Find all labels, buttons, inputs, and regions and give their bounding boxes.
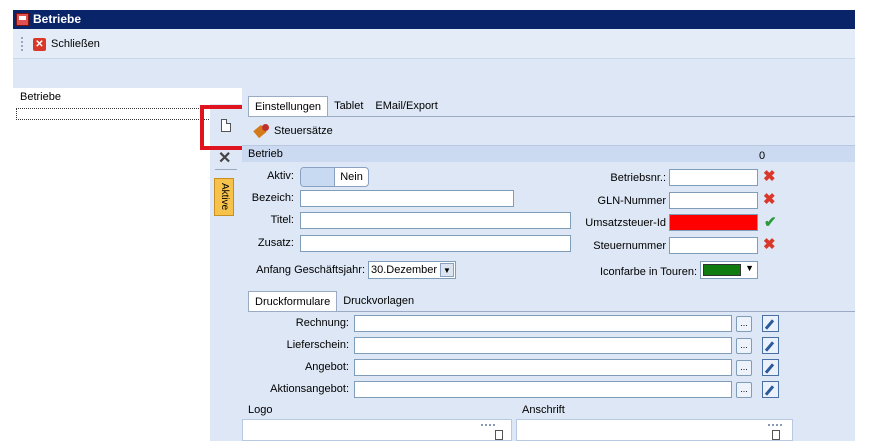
lieferschein-input[interactable] xyxy=(354,337,732,354)
dropdown-arrow-icon: ▼ xyxy=(440,263,454,277)
ust-input[interactable] xyxy=(669,214,758,231)
anfang-select[interactable]: 30.Dezember ▼ xyxy=(368,261,456,279)
titel-input[interactable] xyxy=(300,212,571,229)
angebot-input[interactable] xyxy=(354,359,732,376)
window-title-bar: Betriebe xyxy=(13,10,855,29)
anschrift-toolbar-grip[interactable] xyxy=(768,424,782,426)
betrieb-count: 0 xyxy=(759,150,766,162)
tag-icon xyxy=(254,124,270,138)
close-label: Schließen xyxy=(51,38,100,50)
angebot-browse-button[interactable]: ... xyxy=(736,360,752,376)
angebot-edit-icon[interactable] xyxy=(762,359,779,376)
toggle-knob xyxy=(301,168,335,186)
logo-header: Logo xyxy=(242,402,512,419)
betrieb-group-title: Betrieb xyxy=(248,148,283,160)
aktionsangebot-input[interactable] xyxy=(354,381,732,398)
logo-toolbar-grip[interactable] xyxy=(481,424,495,426)
close-icon: ✕ xyxy=(33,37,46,51)
ust-label: Umsatzsteuer-Id xyxy=(585,217,666,229)
steuersaetze-button[interactable]: Steuersätze xyxy=(254,124,333,138)
lieferschein-edit-icon[interactable] xyxy=(762,337,779,354)
angebot-label: Angebot: xyxy=(304,361,349,373)
invalid-icon: ✖ xyxy=(763,191,776,208)
druck-tab-divider xyxy=(248,311,855,312)
rechnung-input[interactable] xyxy=(354,315,732,332)
logo-box[interactable] xyxy=(242,419,512,441)
invalid-icon: ✖ xyxy=(763,236,776,253)
app-icon xyxy=(16,13,29,26)
druck-panel: Druckformulare Druckvorlagen Rechnung: .… xyxy=(242,287,855,400)
side-toolbar: ✕ Aktive xyxy=(210,104,242,441)
aktiv-value: Nein xyxy=(340,171,363,183)
betrieb-group-header: Betrieb 0 xyxy=(242,145,855,162)
aktiv-toggle[interactable]: Nein xyxy=(300,167,369,187)
tab-druckvorlagen[interactable]: Druckvorlagen xyxy=(337,291,420,311)
invalid-icon: ✖ xyxy=(763,168,776,185)
iconfarbe-label: Iconfarbe in Touren: xyxy=(599,266,697,278)
ribbon-band xyxy=(13,59,855,88)
betriebe-list-label: Betriebe xyxy=(20,91,61,103)
rechnung-browse-button[interactable]: ... xyxy=(736,316,752,332)
chevron-down-icon: ▼ xyxy=(745,263,754,273)
anschrift-header: Anschrift xyxy=(516,402,793,419)
tab-email-export[interactable]: EMail/Export xyxy=(369,96,443,116)
gln-label: GLN-Nummer xyxy=(597,195,666,207)
color-swatch xyxy=(703,264,741,276)
list-item[interactable] xyxy=(16,108,211,120)
betriebsnr-input[interactable] xyxy=(669,169,758,186)
toolbar: ✕ Schließen xyxy=(13,29,855,59)
close-button[interactable]: ✕ Schließen xyxy=(33,36,100,52)
rechnung-label: Rechnung: xyxy=(295,317,349,329)
bezeich-label: Bezeich: xyxy=(251,192,294,204)
steuernr-label: Steuernummer xyxy=(593,240,666,252)
new-document-icon[interactable] xyxy=(495,430,503,440)
side-toolbar-divider xyxy=(215,169,237,170)
aktive-tab[interactable]: Aktive xyxy=(214,178,234,216)
tab-druckformulare[interactable]: Druckformulare xyxy=(248,291,338,311)
iconfarbe-select[interactable]: ▼ xyxy=(700,261,758,279)
main-tabs: Einstellungen Tablet EMail/Export xyxy=(248,96,444,116)
anfang-label: Anfang Geschäftsjahr: xyxy=(256,264,365,276)
zusatz-label: Zusatz: xyxy=(257,237,294,249)
detail-panel: Einstellungen Tablet EMail/Export Steuer… xyxy=(242,88,855,441)
aktionsangebot-browse-button[interactable]: ... xyxy=(736,382,752,398)
delete-button[interactable]: ✕ xyxy=(218,148,231,168)
anschrift-box[interactable] xyxy=(516,419,793,441)
tab-divider xyxy=(248,116,855,117)
steuersaetze-label: Steuersätze xyxy=(274,125,333,137)
bezeich-input[interactable] xyxy=(300,190,514,207)
valid-check-icon: ✔ xyxy=(764,214,777,231)
gln-input[interactable] xyxy=(669,192,758,209)
tab-einstellungen[interactable]: Einstellungen xyxy=(248,96,329,116)
rechnung-edit-icon[interactable] xyxy=(762,315,779,332)
zusatz-input[interactable] xyxy=(300,235,571,252)
lieferschein-label: Lieferschein: xyxy=(286,339,349,351)
anfang-value: 30.Dezember xyxy=(371,264,438,276)
toolbar-grip[interactable] xyxy=(21,37,23,51)
lieferschein-browse-button[interactable]: ... xyxy=(736,338,752,354)
window-title: Betriebe xyxy=(33,12,82,26)
titel-label: Titel: xyxy=(270,214,294,226)
bottom-row: Logo Anschrift xyxy=(242,402,855,441)
tab-tablet[interactable]: Tablet xyxy=(328,96,369,116)
betriebsnr-label: Betriebsnr.: xyxy=(610,172,666,184)
betriebe-list[interactable] xyxy=(13,104,213,441)
steuernr-input[interactable] xyxy=(669,237,758,254)
aktionsangebot-edit-icon[interactable] xyxy=(762,381,779,398)
aktiv-label: Aktiv: xyxy=(267,170,294,182)
title-bar: Betriebe xyxy=(0,0,869,29)
druck-tabs: Druckformulare Druckvorlagen xyxy=(248,291,420,311)
aktionsangebot-label: Aktionsangebot: xyxy=(270,383,349,395)
new-document-icon[interactable] xyxy=(772,430,780,440)
